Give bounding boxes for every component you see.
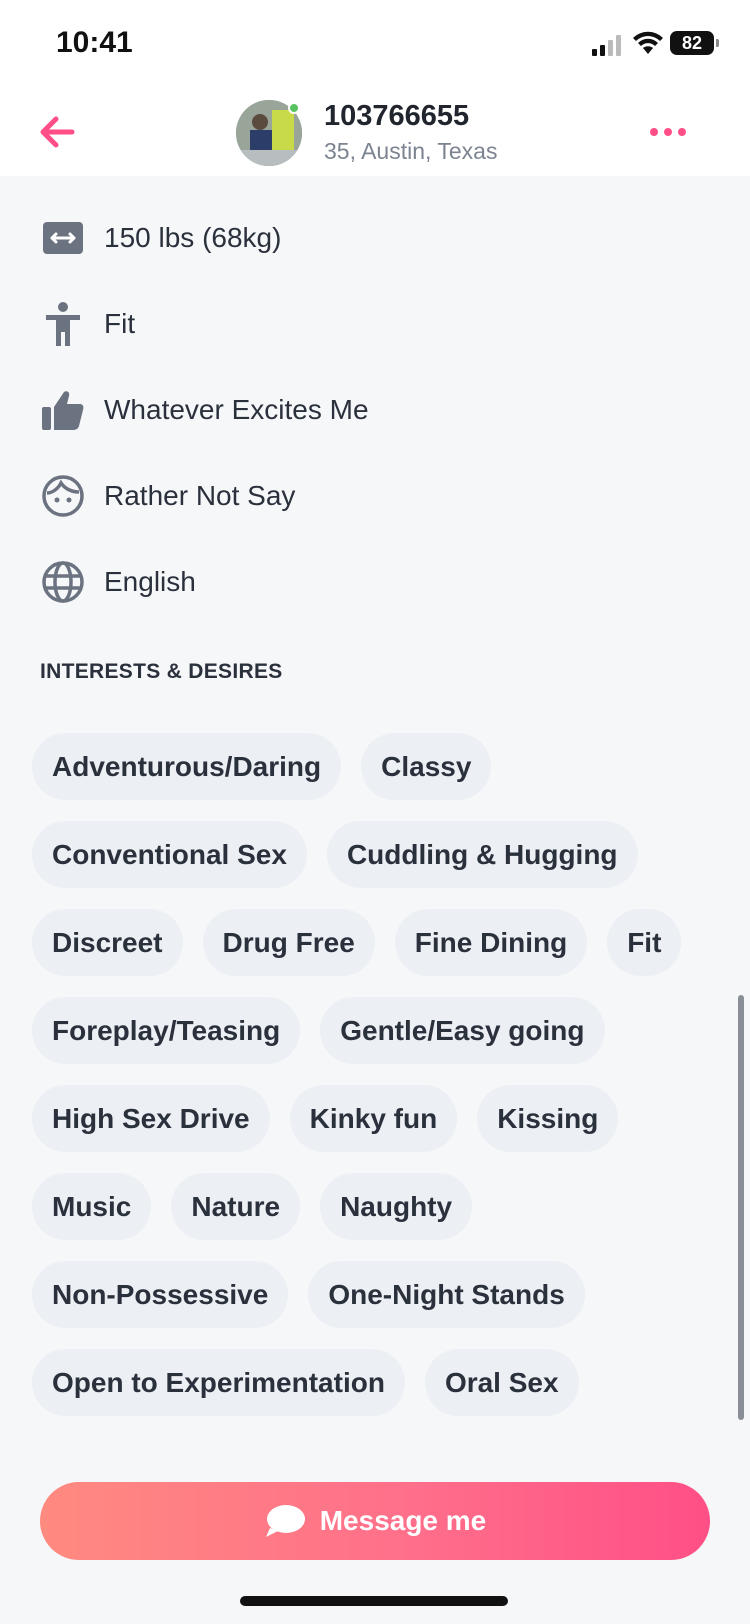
status-time: 10:41	[56, 26, 133, 59]
interests-section-title: INTERESTS & DESIRES	[40, 660, 283, 683]
interests-chip-list: Adventurous/Daring Classy Conventional S…	[32, 733, 692, 1416]
message-me-button[interactable]: Message me	[40, 1482, 710, 1560]
interest-chip[interactable]: Fine Dining	[394, 909, 588, 976]
interest-chip[interactable]: Open to Experimentation	[32, 1349, 405, 1416]
weight-icon	[40, 215, 86, 261]
interest-chip[interactable]: Drug Free	[202, 909, 375, 976]
attribute-label: Fit	[104, 308, 136, 339]
message-me-label: Message me	[319, 1505, 487, 1536]
interest-chip[interactable]: Music	[32, 1173, 152, 1240]
wifi-icon	[633, 31, 663, 54]
body-type-icon	[40, 301, 86, 347]
status-bar: 10:41 82	[0, 0, 750, 88]
interest-chip[interactable]: Nature	[171, 1173, 301, 1240]
interest-chip[interactable]: Cuddling & Hugging	[326, 821, 638, 888]
interest-chip[interactable]: High Sex Drive	[32, 1085, 270, 1152]
face-icon	[40, 473, 86, 519]
interest-chip[interactable]: Non-Possessive	[32, 1261, 289, 1328]
attribute-label: 150 lbs (68kg)	[104, 222, 282, 253]
interest-chip[interactable]: Conventional Sex	[32, 821, 307, 888]
attribute-weight: 150 lbs (68kg)	[40, 208, 700, 268]
interest-chip[interactable]: Naughty	[320, 1173, 473, 1240]
attribute-body-type: Fit	[40, 294, 700, 354]
interest-chip[interactable]: Kissing	[477, 1085, 619, 1152]
home-indicator	[240, 1596, 508, 1606]
interest-chip[interactable]: Adventurous/Daring	[32, 733, 342, 800]
profile-location: 35, Austin, Texas	[324, 138, 498, 164]
attribute-label: Whatever Excites Me	[104, 394, 369, 425]
globe-icon	[40, 559, 86, 605]
interest-chip[interactable]: Classy	[361, 733, 492, 800]
profile-header: 103766655 35, Austin, Texas	[0, 88, 750, 176]
profile-name: 103766655	[324, 100, 470, 132]
interest-chip[interactable]: Fit	[607, 909, 682, 976]
attribute-label: English	[104, 566, 196, 597]
cellular-signal-icon	[592, 35, 621, 56]
interest-chip[interactable]: Gentle/Easy going	[320, 997, 605, 1064]
attribute-label: Rather Not Say	[104, 480, 296, 511]
interest-chip[interactable]: Foreplay/Teasing	[32, 997, 301, 1064]
attribute-ethnicity: Rather Not Say	[40, 466, 700, 526]
chat-bubble-icon	[265, 1505, 305, 1537]
online-status-dot	[288, 102, 300, 114]
more-options-icon[interactable]	[648, 118, 688, 146]
scrollbar[interactable]	[738, 995, 744, 1420]
interest-chip[interactable]: One-Night Stands	[308, 1261, 585, 1328]
interest-chip[interactable]: Discreet	[32, 909, 183, 976]
back-arrow-icon[interactable]	[36, 110, 80, 154]
thumbs-up-icon	[40, 387, 86, 433]
interest-chip[interactable]: Oral Sex	[424, 1349, 579, 1416]
attribute-preference: Whatever Excites Me	[40, 380, 700, 440]
interest-chip[interactable]: Kinky fun	[289, 1085, 458, 1152]
attribute-language: English	[40, 552, 700, 612]
battery-indicator: 82	[670, 31, 719, 55]
